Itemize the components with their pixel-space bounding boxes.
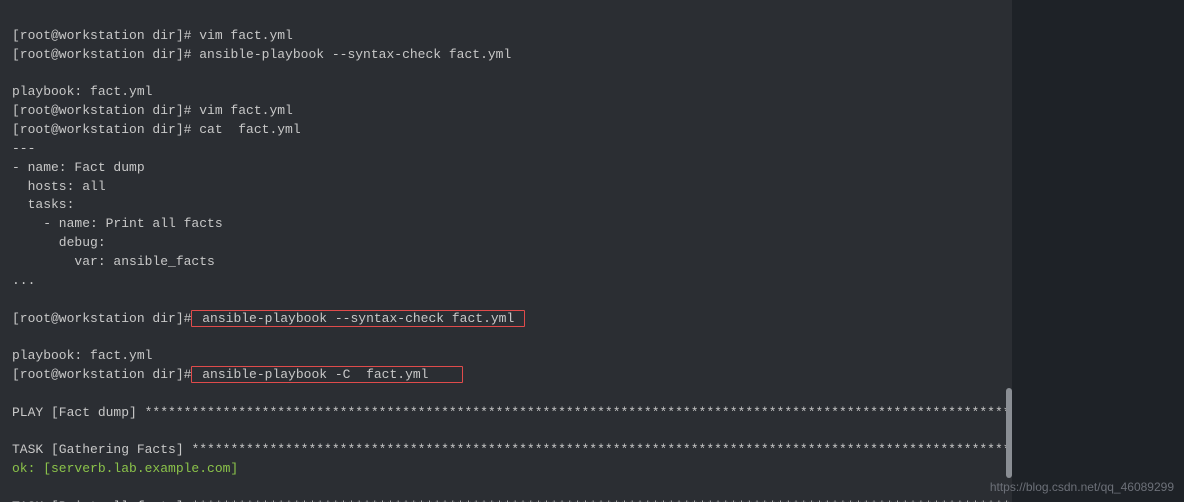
output: playbook: fact.yml xyxy=(12,348,152,363)
line: [root@workstation dir]# cat fact.yml xyxy=(12,122,301,137)
yaml-line: hosts: all xyxy=(12,179,106,194)
prompt: [root@workstation dir]# xyxy=(12,311,191,326)
scrollbar-thumb[interactable] xyxy=(1006,388,1012,478)
terminal-output[interactable]: [root@workstation dir]# vim fact.yml [ro… xyxy=(0,0,1012,502)
output: playbook: fact.yml xyxy=(12,84,152,99)
ok-status: ok: [serverb.lab.example.com] xyxy=(12,461,238,476)
play-header: PLAY [Fact dump] xyxy=(12,405,145,420)
highlighted-command: ansible-playbook -C fact.yml xyxy=(191,366,462,383)
yaml-line: --- xyxy=(12,141,35,156)
yaml-line: - name: Print all facts xyxy=(12,216,223,231)
prompt: [root@workstation dir]# xyxy=(12,47,199,62)
stars: ****************************************… xyxy=(191,442,1012,457)
yaml-line: var: ansible_facts xyxy=(12,254,215,269)
highlighted-command: ansible-playbook --syntax-check fact.yml xyxy=(191,310,525,327)
vertical-scrollbar[interactable] xyxy=(1006,0,1012,502)
task-header: TASK [Gathering Facts] xyxy=(12,442,191,457)
line: [root@workstation dir]# vim fact.yml xyxy=(12,28,293,43)
stars: ****************************************… xyxy=(145,405,1012,420)
watermark: https://blog.csdn.net/qq_46089299 xyxy=(990,479,1174,496)
yaml-line: tasks: xyxy=(12,197,74,212)
line: [root@workstation dir]# vim fact.yml xyxy=(12,103,293,118)
command: ansible-playbook --syntax-check fact.yml xyxy=(199,47,511,62)
yaml-line: debug: xyxy=(12,235,106,250)
yaml-line: ... xyxy=(12,273,35,288)
yaml-line: - name: Fact dump xyxy=(12,160,145,175)
prompt: [root@workstation dir]# xyxy=(12,367,191,382)
